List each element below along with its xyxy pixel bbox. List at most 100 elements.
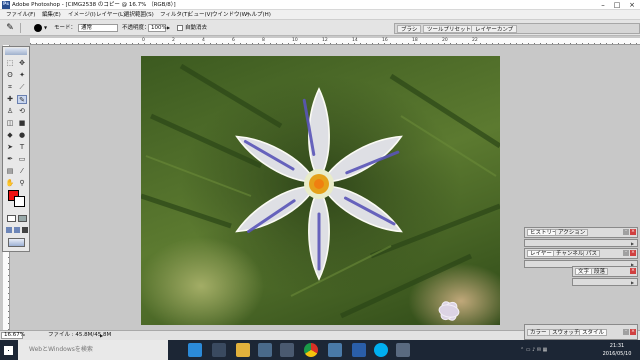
healing-brush-tool-icon[interactable]: ✚ <box>5 95 15 104</box>
pen-tool-icon[interactable]: ✒ <box>5 155 15 164</box>
tab-tool-presets[interactable]: ツールプリセット <box>423 25 476 33</box>
file-explorer-icon[interactable] <box>236 343 250 357</box>
blur-tool-icon[interactable]: ◆ <box>5 131 15 140</box>
skype-icon[interactable] <box>374 343 388 357</box>
task-view-icon[interactable] <box>212 343 226 357</box>
panel-menu-icon[interactable]: ▶ <box>631 240 634 248</box>
close-button[interactable]: × <box>625 0 639 10</box>
ruler-tick: 16 <box>382 38 388 43</box>
windows-taskbar: WebとWindowsを検索 ⌃ ▭ ♪ ✉ ▦ 21:31 2016/05/1… <box>0 340 640 360</box>
magic-wand-tool-icon[interactable]: ✦ <box>17 71 27 80</box>
standard-mode-icon[interactable] <box>7 215 16 222</box>
clone-stamp-tool-icon[interactable]: ♙ <box>5 107 15 116</box>
mode-select[interactable]: 通常 <box>78 24 118 32</box>
opacity-arrow-icon[interactable]: ▶ <box>167 20 170 36</box>
notes-tool-icon[interactable]: ▤ <box>5 167 15 176</box>
tab-actions[interactable]: アクション <box>555 229 589 236</box>
store-icon[interactable] <box>258 343 272 357</box>
taskbar-search-box[interactable]: WebとWindowsを検索 <box>18 340 168 360</box>
close-panel-icon[interactable]: × <box>630 329 636 335</box>
close-panel-icon[interactable]: × <box>630 229 636 235</box>
eraser-tool-icon[interactable]: ◫ <box>5 119 15 128</box>
app-taskbar-icon-2[interactable] <box>396 343 410 357</box>
path-selection-tool-icon[interactable]: ➤ <box>5 143 15 152</box>
jump-to-imageready-icon[interactable] <box>8 238 25 247</box>
shape-tool-icon[interactable]: ▭ <box>17 155 27 164</box>
autoerase-checkbox[interactable] <box>177 25 183 31</box>
app-taskbar-icon[interactable] <box>352 343 366 357</box>
divider <box>20 23 21 33</box>
system-tray-icons[interactable]: ⌃ ▭ ♪ ✉ ▦ <box>520 346 590 354</box>
menu-select[interactable]: 選択範囲(S) <box>124 10 154 20</box>
crop-tool-icon[interactable]: ⌗ <box>5 83 15 92</box>
panel-menu-icon[interactable]: ▶ <box>631 279 634 287</box>
ruler-tick: 20 <box>442 38 448 43</box>
tab-styles[interactable]: スタイル <box>579 329 608 336</box>
tab-layers[interactable]: レイヤー <box>527 250 555 257</box>
minimize-panel-icon[interactable]: – <box>623 229 629 235</box>
screen-mode-standard-icon[interactable] <box>6 227 12 233</box>
menu-help[interactable]: ヘルプ(H) <box>246 10 271 20</box>
ruler-tick: 14 <box>352 38 358 43</box>
lasso-tool-icon[interactable]: ʘ <box>5 71 15 80</box>
taskbar-clock[interactable]: 21:31 2016/05/10 <box>596 342 638 358</box>
hand-tool-icon[interactable]: ✋ <box>5 179 15 188</box>
edge-browser-icon[interactable] <box>188 343 202 357</box>
tab-paths[interactable]: パス <box>583 250 601 257</box>
minimize-button[interactable]: – <box>596 0 610 10</box>
dodge-tool-icon[interactable]: ● <box>17 131 27 140</box>
tab-channels[interactable]: チャンネル <box>553 250 587 257</box>
pencil-icon[interactable]: ✎ <box>4 22 16 34</box>
history-brush-tool-icon[interactable]: ⟲ <box>17 107 27 116</box>
toolbox: ⬚ ✥ ʘ ✦ ⌗ ⟋ ✚ ✎ ♙ ⟲ ◫ ■ ◆ ● ➤ T ✒ ▭ ▤ ⁄ … <box>2 46 30 252</box>
move-tool-icon[interactable]: ✥ <box>17 59 27 68</box>
chrome-browser-icon[interactable] <box>304 343 318 357</box>
menu-window[interactable]: ウインドウ(W) <box>212 10 249 20</box>
brush-preset-icon[interactable] <box>34 24 42 32</box>
menu-image[interactable]: イメージ(I) <box>68 10 96 20</box>
zoom-field[interactable]: 16.67% <box>1 332 25 339</box>
photoshop-app-icon: Ps <box>2 1 10 9</box>
status-arrow-icon[interactable]: ▶ <box>100 331 103 340</box>
history-panel-body: ▶ <box>524 239 638 247</box>
layers-panel: レイヤー チャンネル パス – × <box>524 248 638 259</box>
tab-swatches[interactable]: スウォッチ <box>549 329 583 336</box>
tab-character[interactable]: 文字 <box>575 268 593 275</box>
tab-color[interactable]: カラー <box>527 329 550 336</box>
minimize-panel-icon[interactable]: – <box>623 250 629 256</box>
tab-brushes[interactable]: ブラシ <box>397 25 422 33</box>
opacity-input[interactable]: 100% <box>148 24 167 32</box>
slice-tool-icon[interactable]: ⟋ <box>17 83 27 92</box>
tab-layer-comps[interactable]: レイヤーカンプ <box>471 25 518 33</box>
eyedropper-tool-icon[interactable]: ⁄ <box>17 167 27 176</box>
minimize-panel-icon[interactable]: – <box>623 329 629 335</box>
history-panel: ヒストリー アクション – × <box>524 227 638 238</box>
photoshop-taskbar-icon[interactable] <box>328 343 342 357</box>
menu-file[interactable]: ファイル(F) <box>6 10 35 20</box>
screen-mode-full-icon[interactable] <box>22 227 28 233</box>
adobe-feather-icon[interactable] <box>5 48 27 55</box>
chevron-down-icon[interactable]: ▼ <box>44 20 47 36</box>
close-panel-icon[interactable]: × <box>630 268 636 274</box>
menu-layer[interactable]: レイヤー(L) <box>96 10 125 20</box>
menu-view[interactable]: ビュー(V) <box>188 10 213 20</box>
ruler-tick: 4 <box>202 38 205 43</box>
background-color-swatch[interactable] <box>14 196 25 207</box>
type-tool-icon[interactable]: T <box>17 143 27 152</box>
tab-paragraph[interactable]: 段落 <box>591 268 609 275</box>
menu-bar: ファイル(F) 編集(E) イメージ(I) レイヤー(L) 選択範囲(S) フィ… <box>0 10 640 20</box>
windows-start-icon[interactable] <box>4 346 13 355</box>
image-canvas[interactable] <box>141 56 500 325</box>
media-player-icon[interactable] <box>280 343 294 357</box>
quick-mask-mode-icon[interactable] <box>18 215 27 222</box>
screen-mode-full-menu-icon[interactable] <box>14 227 20 233</box>
menu-filter[interactable]: フィルタ(T) <box>160 10 190 20</box>
pencil-tool-icon[interactable]: ✎ <box>17 95 27 104</box>
marquee-tool-icon[interactable]: ⬚ <box>5 59 15 68</box>
gradient-tool-icon[interactable]: ■ <box>17 119 27 128</box>
close-panel-icon[interactable]: × <box>630 250 636 256</box>
menu-edit[interactable]: 編集(E) <box>42 10 61 20</box>
maximize-button[interactable]: □ <box>610 0 624 10</box>
zoom-tool-icon[interactable]: ⚲ <box>17 179 27 188</box>
title-bar: Ps Adobe Photoshop - [CIMG2538 のコピー @ 16… <box>0 0 640 10</box>
